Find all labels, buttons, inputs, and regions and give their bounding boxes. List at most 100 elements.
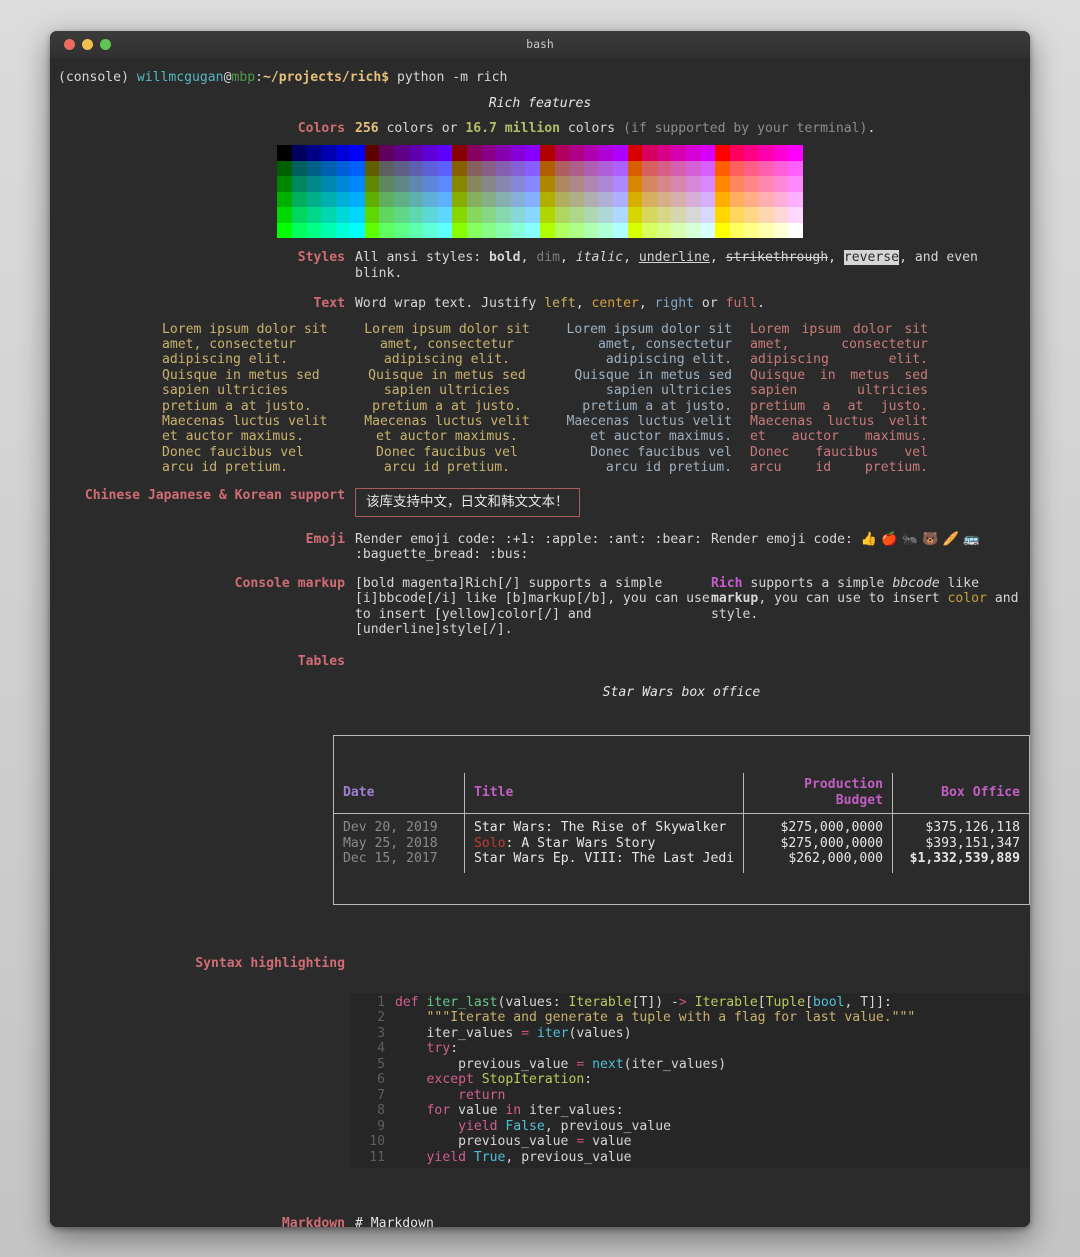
- color-swatch: [729, 176, 745, 192]
- col-header-title[interactable]: Title: [463, 773, 744, 815]
- color-swatch: [540, 207, 555, 223]
- code-block[interactable]: 1 def iter_last(values: Iterable[T]) -> I…: [351, 992, 1030, 1169]
- color-swatch: [408, 222, 424, 238]
- color-swatch: [423, 222, 438, 238]
- table-row[interactable]: Dec 15, 2017 Star Wars Ep. VIII: The Last…: [334, 851, 1029, 873]
- color-swatch: [423, 176, 438, 192]
- color-swatch: [467, 160, 482, 176]
- color-cube-row: [540, 176, 628, 192]
- color-swatch: [627, 160, 643, 176]
- code-line-text: previous_value = value: [458, 1134, 632, 1150]
- code-line-number: 3: [377, 1025, 385, 1041]
- justify-full: full: [725, 296, 758, 311]
- color-swatch: [744, 160, 759, 176]
- color-swatch: [423, 160, 438, 176]
- color-swatch: [671, 160, 686, 176]
- color-cube-row: [715, 145, 803, 161]
- cell-box-office: $393,151,347: [892, 835, 1029, 852]
- cell-title: Star Wars Ep. VIII: The Last Jedi: [463, 851, 744, 873]
- color-swatch: [773, 145, 789, 161]
- color-cube-row: [715, 176, 803, 192]
- lorem-left: Lorem ipsum dolor sit amet, consectetur …: [162, 321, 336, 476]
- color-swatch: [758, 191, 774, 207]
- color-swatch: [306, 207, 322, 223]
- color-swatch: [496, 222, 511, 238]
- window-titlebar[interactable]: bash: [50, 31, 1030, 59]
- label-markdown: Markdown: [281, 1216, 345, 1227]
- terminal-content[interactable]: (console) willmcgugan@mbp:~/projects/ric…: [50, 58, 1030, 1227]
- color-swatch: [773, 222, 789, 238]
- code-line: 3 iter_values = iter(values): [351, 1026, 1030, 1042]
- table-element: Date Title Production Budget Box Office …: [334, 773, 1029, 873]
- color-swatch: [642, 176, 657, 192]
- color-cube-block: [452, 145, 540, 238]
- color-cube-row: [540, 160, 628, 176]
- col-header-budget[interactable]: Production Budget: [743, 773, 893, 815]
- color-swatch: [642, 160, 657, 176]
- color-swatch: [612, 222, 628, 238]
- justify-center: center: [591, 296, 639, 311]
- table-head: Date Title Production Budget Box Office: [334, 773, 1029, 815]
- color-swatch: [744, 145, 759, 161]
- color-swatch: [335, 176, 351, 192]
- color-swatch: [394, 222, 409, 238]
- color-swatch: [306, 222, 322, 238]
- color-swatch: [306, 160, 322, 176]
- color-swatch: [350, 191, 365, 207]
- text-period: .: [757, 296, 766, 311]
- color-swatch: [627, 145, 643, 161]
- style-underline: underline: [638, 250, 710, 265]
- col-header-box-office[interactable]: Box Office: [892, 773, 1029, 815]
- color-swatch: [656, 176, 672, 192]
- code-line-text: """Iterate and generate a tuple with a f…: [426, 1010, 916, 1026]
- color-cube-row: [540, 207, 628, 223]
- color-swatch: [496, 160, 511, 176]
- color-swatch: [452, 176, 468, 192]
- colors-256: 256: [355, 120, 379, 136]
- color-swatch: [379, 207, 395, 223]
- code-line-number: 5: [377, 1056, 385, 1072]
- color-cube-block: [277, 145, 365, 238]
- color-swatch: [291, 160, 307, 176]
- color-swatch: [437, 191, 453, 207]
- color-cube-block: [627, 145, 716, 238]
- color-swatch: [321, 191, 336, 207]
- color-swatch: [612, 207, 628, 223]
- color-swatch: [758, 176, 774, 192]
- color-swatch: [277, 191, 292, 207]
- color-swatch: [364, 160, 380, 176]
- color-swatch: [277, 176, 292, 192]
- box-office-table[interactable]: Date Title Production Budget Box Office …: [333, 735, 1030, 905]
- color-swatch: [715, 176, 730, 192]
- color-swatch: [744, 222, 759, 238]
- code-line-number: 7: [377, 1087, 385, 1103]
- color-swatch: [554, 191, 570, 207]
- cell-date: Dec 15, 2017: [343, 851, 438, 867]
- color-swatch: [364, 145, 380, 161]
- color-swatch: [583, 222, 599, 238]
- cell-budget: $275,000,0000: [743, 813, 893, 836]
- color-swatch: [540, 176, 555, 192]
- lorem-full: Lorem ipsum dolor sit amet, consectetur …: [750, 321, 936, 476]
- col-header-date[interactable]: Date: [334, 773, 465, 815]
- color-swatch: [335, 160, 351, 176]
- color-swatch: [554, 207, 570, 223]
- color-swatch: [481, 160, 497, 176]
- label-text: Text: [313, 296, 345, 311]
- code-line-number: 6: [377, 1072, 385, 1088]
- table-wrapper: Date Title Production Budget Box Office …: [333, 735, 1030, 905]
- color-swatch: [364, 222, 380, 238]
- code-line-text: yield False, previous_value: [458, 1118, 671, 1134]
- color-swatch: [306, 176, 322, 192]
- color-cube-row: [627, 145, 716, 161]
- table-row[interactable]: Dev 20, 2019 Star Wars: The Rise of Skywa…: [334, 813, 1029, 836]
- cell-box-office: $375,126,118: [892, 813, 1029, 836]
- color-swatch: [685, 222, 701, 238]
- table-row[interactable]: May 25, 2018 Solo: A Star Wars Story $275,…: [334, 835, 1029, 852]
- color-swatch: [291, 191, 307, 207]
- text-description: Word wrap text. Justify left, center, ri…: [355, 296, 766, 311]
- code-line-number: 4: [377, 1041, 385, 1057]
- prompt-command: python -m rich: [389, 70, 508, 85]
- color-swatch: [335, 222, 351, 238]
- color-swatch: [408, 207, 424, 223]
